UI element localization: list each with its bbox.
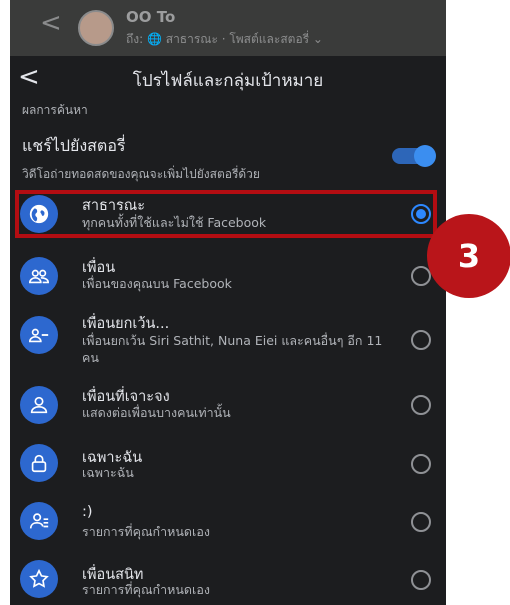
star-icon xyxy=(20,560,58,598)
specific-friends-icon xyxy=(20,386,58,424)
share-to-story-toggle[interactable] xyxy=(392,145,436,167)
radio-button[interactable] xyxy=(411,330,431,350)
audience-option-description: เฉพาะฉัน xyxy=(82,465,134,480)
user-name: OO To xyxy=(126,8,176,26)
lock-icon xyxy=(20,444,58,482)
audience-option-friends[interactable]: เพื่อน เพื่อนของคุณบน Facebook xyxy=(10,250,446,302)
phone-screen: < OO To ถึง: 🌐 สาธารณะ · โพสต์และสตอรี่ … xyxy=(10,0,446,605)
friends-except-icon xyxy=(20,316,58,354)
radio-button[interactable] xyxy=(411,266,431,286)
audience-option-description: แสดงต่อเพื่อนบางคนเท่านั้น xyxy=(82,405,231,420)
share-to-story-description: วิดีโอถ่ายทอดสดของคุณจะเพิ่มไปยังสตอรี่ด… xyxy=(22,167,260,181)
audience-option-custom-list[interactable]: :) รายการที่คุณกำหนดเอง xyxy=(10,502,446,546)
toggle-knob xyxy=(414,145,436,167)
radio-button[interactable] xyxy=(411,395,431,415)
audience-option-description: เพื่อนยกเว้น Siri Sathit, Nuna Eiei และค… xyxy=(82,333,383,365)
friends-icon xyxy=(20,257,58,295)
audience-option-description: รายการที่คุณกำหนดเอง xyxy=(82,582,210,597)
share-to-story-title: แชร์ไปยังสตอรี่ xyxy=(22,136,126,155)
step-number-badge: 3 xyxy=(427,214,510,298)
audience-option-specific-friends[interactable]: เพื่อนที่เจาะจง แสดงต่อเพื่อนบางคนเท่านั… xyxy=(10,383,446,427)
radio-button[interactable] xyxy=(411,512,431,532)
screen-header: < โปรไฟล์และกลุ่มเป้าหมาย xyxy=(10,56,446,100)
audience-option-description: รายการที่คุณกำหนดเอง xyxy=(82,524,210,539)
composer-back-icon[interactable]: < xyxy=(40,8,62,38)
audience-option-friends-except[interactable]: เพื่อนยกเว้น... เพื่อนยกเว้น Siri Sathit… xyxy=(10,310,446,374)
avatar xyxy=(78,10,114,46)
highlight-box xyxy=(15,190,437,238)
section-label: ผลการค้นหา xyxy=(22,103,88,117)
share-to-story-row[interactable]: แชร์ไปยังสตอรี่ วิดีโอถ่ายทอดสดของคุณจะเ… xyxy=(22,134,437,184)
audience-option-title: :) xyxy=(82,504,93,520)
radio-button[interactable] xyxy=(411,570,431,590)
post-target-label[interactable]: ถึง: 🌐 สาธารณะ · โพสต์และสตอรี่ ⌄ xyxy=(126,30,323,49)
post-composer-bar: < OO To ถึง: 🌐 สาธารณะ · โพสต์และสตอรี่ … xyxy=(10,0,446,56)
audience-option-description: เพื่อนของคุณบน Facebook xyxy=(82,276,232,291)
audience-option-only-me[interactable]: เฉพาะฉัน เฉพาะฉัน xyxy=(10,442,446,486)
audience-option-close-friends[interactable]: เพื่อนสนิท รายการที่คุณกำหนดเอง xyxy=(10,560,446,604)
page-title: โปรไฟล์และกลุ่มเป้าหมาย xyxy=(132,71,324,91)
radio-button[interactable] xyxy=(411,454,431,474)
custom-list-icon xyxy=(20,502,58,540)
